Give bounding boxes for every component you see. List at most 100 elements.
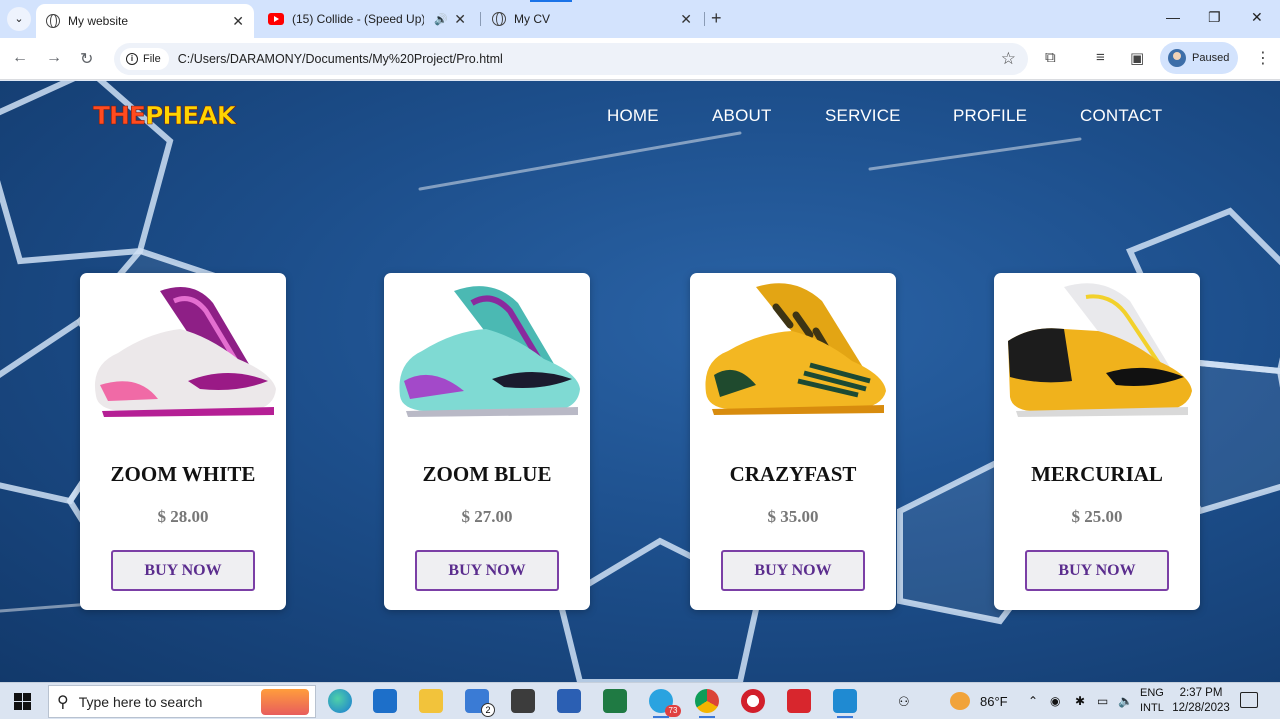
new-tab-button[interactable]: + — [711, 8, 722, 29]
address-bar[interactable]: i File C:/Users/DARAMONY/Documents/My%20… — [114, 43, 1028, 75]
site-logo[interactable]: THEPHEAK — [93, 101, 237, 131]
search-icon: ⚲ — [57, 693, 69, 711]
battery-icon[interactable]: ▭ — [1097, 694, 1108, 708]
notifications-icon[interactable] — [1240, 692, 1258, 708]
language-indicator[interactable]: ENG INTL — [1140, 686, 1164, 716]
back-button[interactable]: ← — [12, 49, 28, 67]
side-panel-icon[interactable]: ▣ — [1130, 49, 1144, 67]
product-price: $ 35.00 — [767, 507, 819, 526]
bookmark-star-icon[interactable]: ☆ — [1001, 49, 1016, 69]
network-cloud-icon[interactable]: ◉ — [1050, 694, 1060, 708]
close-window-button[interactable]: ✕ — [1251, 9, 1263, 26]
product-image-zoom-blue — [399, 286, 580, 417]
extensions-icon[interactable]: ⧉ — [1045, 49, 1056, 66]
opera-icon[interactable] — [741, 689, 765, 713]
product-image-mercurial — [1008, 283, 1192, 417]
bluetooth-icon[interactable]: ✱ — [1075, 694, 1085, 708]
product-name: MERCURIAL — [1031, 462, 1163, 486]
product-price: $ 27.00 — [461, 507, 513, 526]
reload-button[interactable]: ↻ — [80, 49, 93, 69]
clock[interactable]: 2:37 PM 12/28/2023 — [1172, 686, 1230, 716]
forward-button[interactable]: → — [46, 49, 62, 67]
language-line-2: INTL — [1140, 702, 1164, 714]
clock-date: 12/28/2023 — [1172, 702, 1230, 714]
store-icon[interactable] — [373, 689, 397, 713]
mail-icon[interactable]: 2 — [465, 689, 495, 717]
calendar-promo-icon — [261, 689, 309, 715]
globe-icon — [492, 12, 506, 26]
windows-taskbar: ⚲ Type here to search 2 73 ⚇ 86°F ⌃ ◉ ✱ … — [0, 682, 1280, 719]
tab-title: My CV — [514, 12, 550, 26]
close-tab-icon[interactable]: ✕ — [680, 11, 692, 28]
logo-part-1: THE — [93, 101, 147, 131]
site-info-chip[interactable]: i File — [120, 48, 169, 70]
weather-temp[interactable]: 86°F — [980, 694, 1008, 709]
people-icon[interactable]: ⚇ — [898, 694, 910, 710]
youtube-icon — [268, 13, 284, 25]
browser-toolbar: ← → ↻ i File C:/Users/DARAMONY/Documents… — [0, 38, 1280, 80]
speaker-icon[interactable]: 🔊 — [434, 13, 448, 26]
close-tab-icon[interactable]: ✕ — [454, 11, 466, 28]
product-name: CRAZYFAST — [729, 462, 857, 486]
tab-my-cv[interactable]: My CV ✕ — [482, 0, 702, 38]
nav-about[interactable]: ABOUT — [712, 106, 772, 126]
weather-icon[interactable] — [950, 692, 970, 710]
restore-button[interactable]: ❐ — [1208, 9, 1221, 26]
media-controls-icon[interactable]: ≡ — [1096, 49, 1105, 66]
clock-time: 2:37 PM — [1179, 687, 1223, 699]
mail-badge: 2 — [481, 703, 495, 717]
site-info-label: File — [143, 53, 161, 65]
web-page: THEPHEAK HOME ABOUT SERVICE PROFILE CONT… — [0, 81, 1280, 682]
windows-start-icon[interactable] — [14, 693, 31, 710]
tab-strip: ⌄ My website ✕ (15) Collide - (Speed Up)… — [0, 0, 1280, 38]
tab-title: My website — [68, 14, 129, 28]
file-explorer-icon[interactable] — [419, 689, 443, 713]
nav-contact[interactable]: CONTACT — [1080, 106, 1162, 126]
minimize-button[interactable]: — — [1166, 9, 1180, 25]
product-name: ZOOM WHITE — [110, 462, 256, 486]
tab-my-website[interactable]: My website ✕ — [36, 4, 254, 38]
nav-home[interactable]: HOME — [607, 106, 659, 126]
product-price: $ 28.00 — [157, 507, 209, 526]
buy-now-button[interactable]: BUY NOW — [111, 550, 255, 591]
product-price: $ 25.00 — [1071, 507, 1123, 526]
product-card: MERCURIAL $ 25.00 BUY NOW — [994, 273, 1200, 610]
nav-profile[interactable]: PROFILE — [953, 106, 1027, 126]
product-card: CRAZYFAST $ 35.00 BUY NOW — [690, 273, 896, 610]
buy-now-button[interactable]: BUY NOW — [415, 550, 559, 591]
product-card: ZOOM WHITE $ 28.00 BUY NOW — [80, 273, 286, 610]
nav-service[interactable]: SERVICE — [825, 106, 901, 126]
browser-menu-icon[interactable]: ⋮ — [1255, 48, 1271, 68]
tab-search-button[interactable]: ⌄ — [7, 7, 31, 31]
logo-part-2: PHEAK — [145, 101, 237, 131]
product-name: ZOOM BLUE — [422, 462, 552, 486]
buy-now-button[interactable]: BUY NOW — [1025, 550, 1169, 591]
telegram-icon[interactable]: 73 — [649, 689, 681, 718]
close-tab-icon[interactable]: ✕ — [232, 13, 244, 30]
excel-icon[interactable] — [603, 689, 627, 713]
chrome-icon[interactable] — [695, 689, 719, 718]
product-image-zoom-white — [94, 287, 276, 417]
tab-title: (15) Collide - (Speed Up) - Y — [292, 12, 424, 26]
tab-separator — [704, 12, 705, 26]
profile-status: Paused — [1192, 52, 1230, 64]
url-text[interactable]: C:/Users/DARAMONY/Documents/My%20Project… — [178, 52, 503, 66]
telegram-badge: 73 — [665, 705, 681, 717]
profile-button[interactable]: Paused — [1160, 42, 1238, 74]
product-image-crazyfast — [705, 283, 886, 415]
search-placeholder: Type here to search — [78, 693, 203, 710]
product-card: ZOOM BLUE $ 27.00 BUY NOW — [384, 273, 590, 610]
buy-now-button[interactable]: BUY NOW — [721, 550, 865, 591]
stocks-icon[interactable] — [511, 689, 535, 713]
chevron-up-icon[interactable]: ⌃ — [1028, 694, 1038, 708]
avatar — [1168, 49, 1186, 67]
tab-youtube[interactable]: (15) Collide - (Speed Up) - Y 🔊 ✕ — [258, 0, 476, 38]
language-line-1: ENG — [1140, 687, 1164, 699]
globe-icon — [46, 14, 60, 28]
acrobat-icon[interactable] — [787, 689, 811, 713]
taskbar-search-box[interactable]: ⚲ Type here to search — [48, 685, 316, 718]
word-icon[interactable] — [557, 689, 581, 713]
volume-icon[interactable]: 🔈 — [1118, 694, 1133, 708]
vscode-icon[interactable] — [833, 689, 857, 718]
edge-icon[interactable] — [328, 689, 352, 713]
